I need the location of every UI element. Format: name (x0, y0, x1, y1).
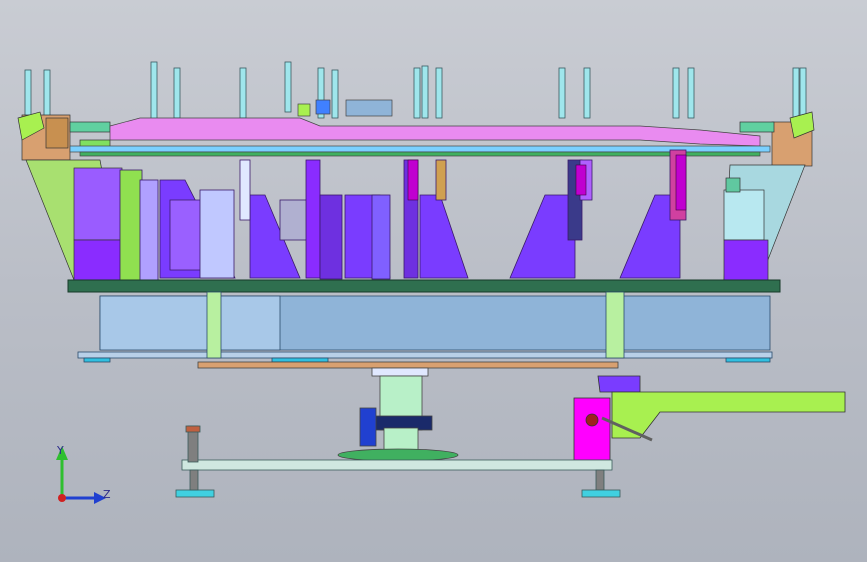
triad-origin (58, 494, 66, 502)
clamp-post-group (24, 61, 807, 121)
support-gussets (119, 149, 687, 281)
left-clamp-tower (17, 111, 123, 281)
z-axis-label: Z (103, 488, 111, 501)
locking-arm (573, 375, 846, 461)
y-axis-label: Y (56, 444, 64, 457)
turntable-pedestal (197, 361, 619, 462)
cad-viewport[interactable]: Y Z (0, 0, 867, 562)
orientation-triad[interactable]: Y Z (56, 444, 111, 504)
fixture-assembly-drawing: Y Z (17, 61, 846, 504)
main-beam (77, 291, 773, 363)
base-plate (67, 279, 781, 293)
